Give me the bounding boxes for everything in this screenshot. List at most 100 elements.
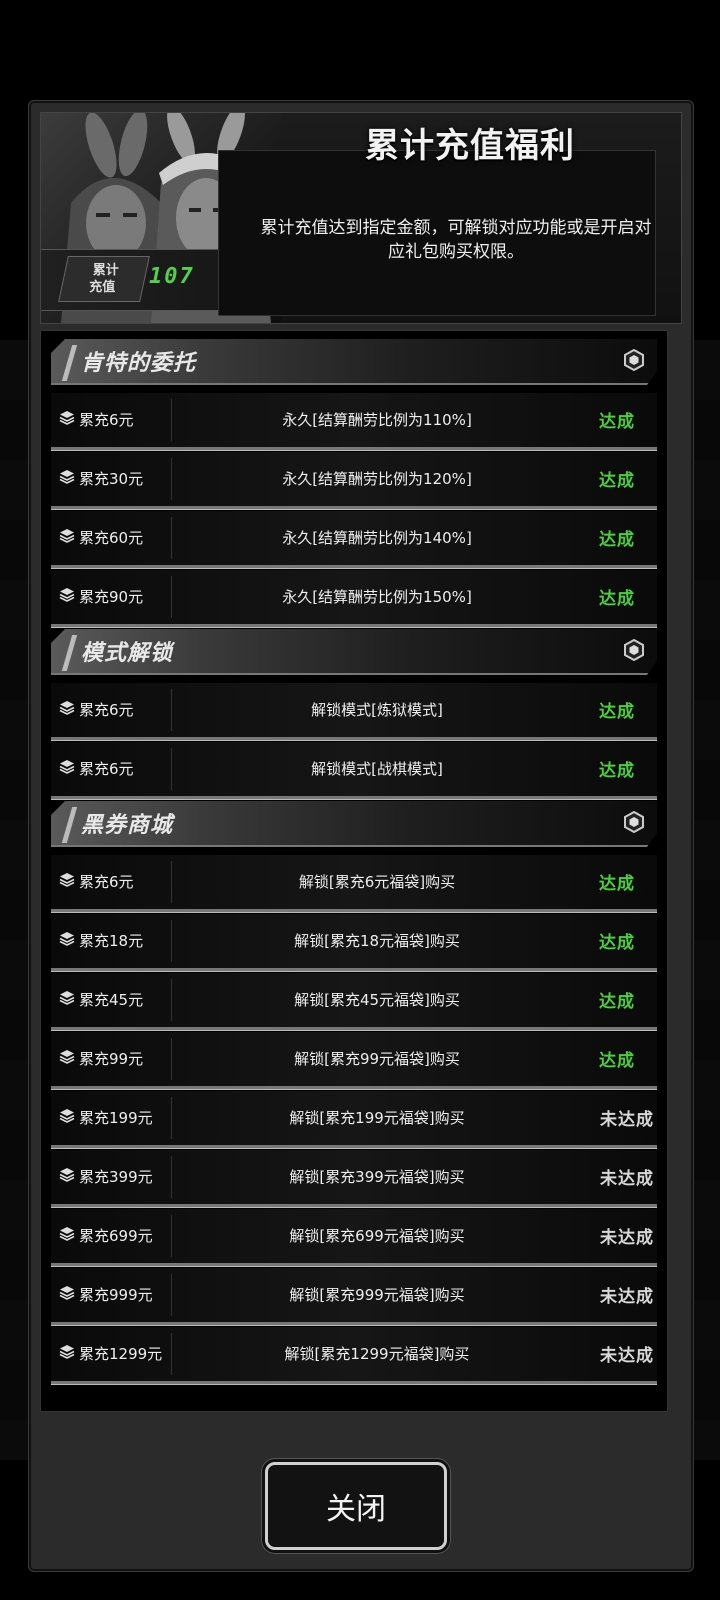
requirement-text: 累充99元	[79, 1050, 144, 1068]
row-divider	[171, 861, 172, 903]
benefit-row: 累充399元 解锁[累充399元福袋]购买 未达成	[51, 1150, 657, 1207]
requirement-text: 累充199元	[79, 1109, 153, 1127]
benefit-row: 累充6元 解锁模式[战棋模式] 达成	[51, 742, 657, 799]
reward-text: 解锁模式[战棋模式]	[311, 760, 443, 778]
requirement: 累充45元	[59, 989, 143, 1010]
benefit-row: 累充6元 解锁[累充6元福袋]购买 达成	[51, 855, 657, 912]
stack-icon	[59, 759, 75, 779]
stack-icon	[59, 469, 75, 489]
total-recharge-value: 107	[149, 264, 195, 289]
row-divider	[171, 1097, 172, 1139]
benefit-row: 累充45元 解锁[累充45元福袋]购买 达成	[51, 973, 657, 1030]
reward-text: 永久[结算酬劳比例为150%]	[282, 588, 472, 606]
requirement: 累充90元	[59, 586, 143, 607]
requirement-text: 累充1299元	[79, 1345, 163, 1363]
status-label: 未达成	[600, 1110, 654, 1130]
benefit-row: 累充99元 解锁[累充99元福袋]购买 达成	[51, 1032, 657, 1089]
benefit-row: 累充999元 解锁[累充999元福袋]购买 未达成	[51, 1268, 657, 1325]
reward-text: 解锁[累充99元福袋]购买	[294, 1050, 460, 1068]
status-label: 达成	[599, 471, 635, 491]
status-label: 达成	[599, 589, 635, 609]
benefit-list[interactable]: 肯特的委托 累充6元 永久[结算酬劳比例为110%] 达成 累充30元 永久[结算酬劳比例…	[40, 330, 668, 1412]
row-divider	[171, 399, 172, 441]
status-label: 达成	[599, 1051, 635, 1071]
total-recharge-label: 累计 充值	[58, 256, 150, 302]
status-label: 达成	[599, 992, 635, 1012]
row-divider	[171, 689, 172, 731]
status-label: 达成	[599, 530, 635, 550]
requirement-text: 累充45元	[79, 991, 144, 1009]
requirement: 累充1299元	[59, 1343, 162, 1364]
requirement: 累充6元	[59, 871, 134, 892]
stack-icon	[59, 1226, 75, 1246]
stack-icon	[59, 1049, 75, 1069]
reward-text: 永久[结算酬劳比例为120%]	[282, 470, 472, 488]
stack-icon	[59, 872, 75, 892]
requirement-text: 累充999元	[79, 1286, 153, 1304]
row-divider	[171, 748, 172, 790]
reward-text: 解锁[累充1299元福袋]购买	[284, 1345, 470, 1363]
row-divider	[171, 1333, 172, 1375]
reward-text: 解锁[累充999元福袋]购买	[289, 1286, 465, 1304]
hexagon-icon	[623, 348, 645, 372]
requirement-text: 累充6元	[79, 411, 134, 429]
benefit-row: 累充699元 解锁[累充699元福袋]购买 未达成	[51, 1209, 657, 1266]
row-divider	[171, 1274, 172, 1316]
status-label: 未达成	[600, 1169, 654, 1189]
stack-icon	[59, 410, 75, 430]
reward-text: 解锁[累充699元福袋]购买	[289, 1227, 465, 1245]
requirement: 累充99元	[59, 1048, 143, 1069]
benefit-row: 累充90元 永久[结算酬劳比例为150%] 达成	[51, 570, 657, 627]
status-label: 未达成	[600, 1228, 654, 1248]
requirement-text: 累充6元	[79, 760, 134, 778]
status-label: 达成	[599, 933, 635, 953]
row-divider	[171, 979, 172, 1021]
benefit-row: 累充18元 解锁[累充18元福袋]购买 达成	[51, 914, 657, 971]
total-label-line2: 充值	[89, 280, 116, 295]
section-header: 模式解锁	[51, 629, 657, 675]
status-label: 未达成	[600, 1346, 654, 1366]
requirement-text: 累充699元	[79, 1227, 153, 1245]
benefit-row: 累充6元 永久[结算酬劳比例为110%] 达成	[51, 393, 657, 450]
benefit-row: 累充199元 解锁[累充199元福袋]购买 未达成	[51, 1091, 657, 1148]
status-label: 达成	[599, 874, 635, 894]
row-divider	[171, 1038, 172, 1080]
close-button[interactable]: 关闭	[265, 1462, 447, 1550]
requirement: 累充6元	[59, 409, 134, 430]
requirement: 累充6元	[59, 699, 134, 720]
status-label: 达成	[599, 702, 635, 722]
reward-text: 解锁[累充399元福袋]购买	[289, 1168, 465, 1186]
reward-text: 解锁[累充18元福袋]购买	[294, 932, 460, 950]
requirement-text: 累充60元	[79, 529, 144, 547]
row-divider	[171, 1156, 172, 1198]
row-divider	[171, 517, 172, 559]
requirement: 累充999元	[59, 1284, 153, 1305]
reward-text: 永久[结算酬劳比例为110%]	[282, 411, 472, 429]
stack-icon	[59, 1344, 75, 1364]
row-divider	[171, 920, 172, 962]
requirement: 累充199元	[59, 1107, 153, 1128]
requirement: 累充6元	[59, 758, 134, 779]
status-label: 达成	[599, 761, 635, 781]
row-divider	[171, 458, 172, 500]
requirement: 累充30元	[59, 468, 143, 489]
section-header: 肯特的委托	[51, 339, 657, 385]
stack-icon	[59, 587, 75, 607]
stack-icon	[59, 700, 75, 720]
requirement-text: 累充30元	[79, 470, 144, 488]
reward-text: 解锁模式[炼狱模式]	[311, 701, 443, 719]
requirement-text: 累充6元	[79, 701, 134, 719]
stack-icon	[59, 990, 75, 1010]
benefit-row: 累充6元 解锁模式[炼狱模式] 达成	[51, 683, 657, 740]
section-title: 黑券商城	[81, 813, 174, 838]
reward-text: 永久[结算酬劳比例为140%]	[282, 529, 472, 547]
section-title: 肯特的委托	[81, 351, 197, 376]
benefit-row: 累充1299元 解锁[累充1299元福袋]购买 未达成	[51, 1327, 657, 1384]
total-label-line1: 累计	[92, 263, 119, 278]
hexagon-icon	[623, 810, 645, 834]
reward-text: 解锁[累充45元福袋]购买	[294, 991, 460, 1009]
section-header: 黑券商城	[51, 801, 657, 847]
benefit-row: 累充60元 永久[结算酬劳比例为140%] 达成	[51, 511, 657, 568]
reward-text: 解锁[累充6元福袋]购买	[298, 873, 456, 891]
stack-icon	[59, 931, 75, 951]
